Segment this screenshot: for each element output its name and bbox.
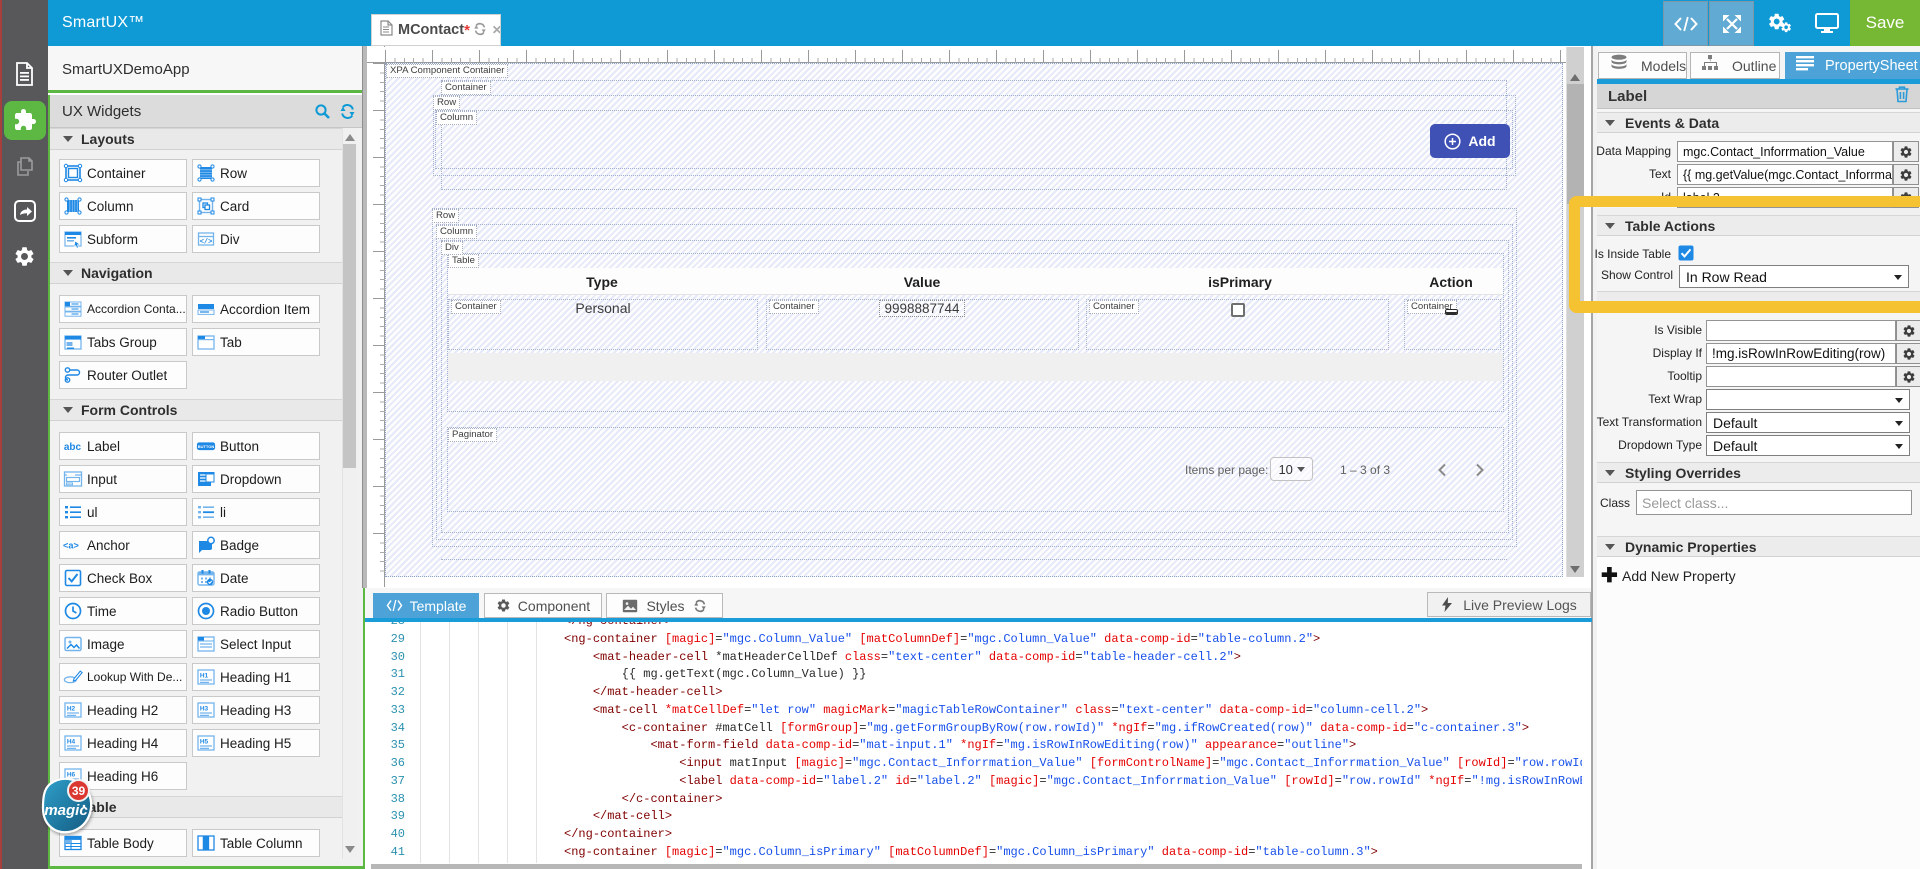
svg-text:H2: H2 xyxy=(67,706,76,713)
svg-text:</>: </> xyxy=(200,239,213,247)
svg-text:H4: H4 xyxy=(67,739,76,746)
svg-text:BUTTON: BUTTON xyxy=(198,444,215,449)
svg-text:H5: H5 xyxy=(200,739,209,746)
svg-text:<a>: <a> xyxy=(63,541,79,551)
svg-text:H3: H3 xyxy=(200,706,209,713)
svg-text:abc: abc xyxy=(64,442,82,453)
svg-text:magic: magic xyxy=(44,802,88,819)
svg-text:H1: H1 xyxy=(200,673,209,680)
